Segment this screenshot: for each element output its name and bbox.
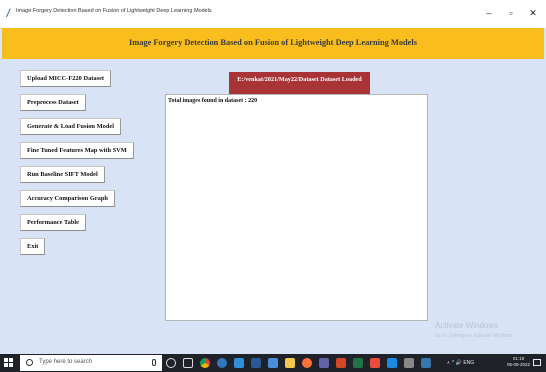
microphone-icon[interactable] — [152, 359, 156, 366]
status-label: E:/venkat/2021/May22/Dataset Dataset Loa… — [229, 72, 370, 94]
paint-icon[interactable] — [370, 358, 380, 368]
mail-icon[interactable] — [268, 358, 278, 368]
output-line: Total images found in dataset : 220 — [168, 98, 258, 104]
window-title: Image Forgery Detection Based on Fusion … — [16, 8, 212, 14]
fine-tuned-svm-button[interactable]: Fine Tuned Features Map with SVM — [20, 142, 134, 159]
output-text-area[interactable]: Total images found in dataset : 220 — [165, 94, 428, 321]
photos-icon[interactable] — [387, 358, 397, 368]
excel-icon[interactable] — [353, 358, 363, 368]
python-icon[interactable] — [421, 358, 431, 368]
activate-windows-subtext: Go to Settings to activate Windows. — [435, 333, 514, 339]
header-banner: Image Forgery Detection Based on Fusion … — [2, 28, 544, 59]
generate-fusion-model-button[interactable]: Generate & Load Fusion Model — [20, 118, 121, 135]
word-icon[interactable] — [251, 358, 261, 368]
notification-icon[interactable] — [533, 359, 541, 366]
exit-button[interactable]: Exit — [20, 238, 46, 255]
chrome-icon[interactable] — [200, 358, 210, 368]
code-icon[interactable] — [404, 358, 414, 368]
minimize-button[interactable]: – — [482, 6, 496, 20]
close-button[interactable]: ✕ — [526, 6, 540, 20]
teams-icon[interactable] — [319, 358, 329, 368]
explorer-icon[interactable] — [285, 358, 295, 368]
cortana-icon[interactable] — [166, 358, 176, 368]
edge-icon[interactable] — [217, 358, 227, 368]
search-placeholder: Type here to search — [39, 359, 93, 365]
activate-windows-watermark: Activate Windows — [435, 321, 499, 330]
feather-app-icon — [6, 8, 11, 17]
maximize-button[interactable]: ▫ — [504, 6, 518, 20]
accuracy-graph-button[interactable]: Accuracy Comparison Graph — [20, 190, 115, 207]
task-view-icon[interactable] — [183, 358, 193, 368]
performance-table-button[interactable]: Performance Table — [20, 214, 87, 231]
window-title-bar: Image Forgery Detection Based on Fusion … — [0, 0, 546, 28]
page-title: Image Forgery Detection Based on Fusion … — [129, 38, 417, 47]
firefox-icon[interactable] — [302, 358, 312, 368]
system-tray[interactable]: ㅅ ^ 🔊 ENG — [446, 359, 474, 366]
upload-dataset-button[interactable]: Upload MICC-F220 Dataset — [20, 70, 112, 87]
taskbar: Type here to search ㅅ ^ 🔊 ENG 01:19 05-0… — [0, 354, 546, 372]
run-sift-button[interactable]: Run Baseline SIFT Model — [20, 166, 105, 183]
search-icon — [26, 359, 33, 366]
store-icon[interactable] — [234, 358, 244, 368]
taskbar-search-input[interactable]: Type here to search — [20, 355, 162, 371]
taskbar-clock[interactable]: 01:19 05-06-2022 — [507, 356, 530, 368]
clock-date: 05-06-2022 — [507, 362, 531, 367]
windows-start-icon[interactable] — [4, 358, 14, 368]
preprocess-dataset-button[interactable]: Preprocess Dataset — [20, 94, 86, 111]
powerpoint-icon[interactable] — [336, 358, 346, 368]
